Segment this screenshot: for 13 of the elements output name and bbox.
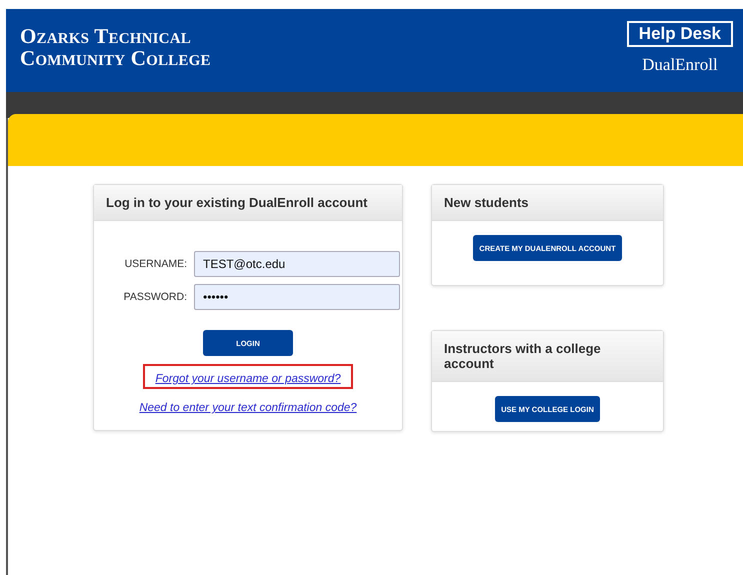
field-label: USERNAME:: [124, 258, 187, 270]
card-title: New students: [432, 185, 663, 221]
card-title: Log in to your existing DualEnroll account: [94, 185, 402, 221]
input-field[interactable]: ••••••: [194, 284, 400, 310]
card-title: Instructors with a college account: [432, 331, 663, 382]
input-field[interactable]: TEST@otc.edu: [194, 251, 400, 277]
field-label: PASSWORD:: [122, 291, 187, 303]
link[interactable]: Forgot your username or password?: [155, 373, 341, 385]
college-name: Community College: [20, 47, 211, 69]
help-desk-button[interactable]: Help Desk: [626, 21, 733, 47]
brand-logo: DualEnroll: [642, 55, 718, 75]
link[interactable]: Need to enter your text confirmation code?: [139, 402, 357, 414]
college-name: Ozarks Technical: [20, 25, 191, 47]
